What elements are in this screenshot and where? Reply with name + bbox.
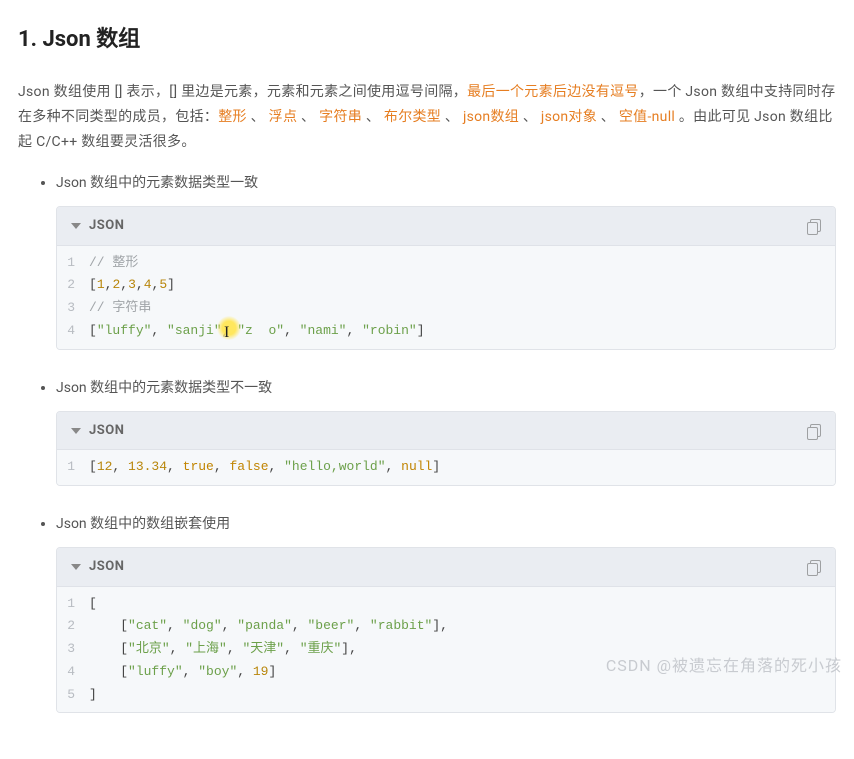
code-line: 3// 字符串: [57, 297, 835, 320]
code-block-2: JSON 1[12, 13.34, true, false, "hello,wo…: [56, 411, 836, 486]
section-heading: 1. Json 数组: [18, 20, 836, 60]
line-content: // 整形: [89, 252, 138, 275]
highlight-term: json对象: [541, 109, 597, 125]
copy-icon[interactable]: [807, 219, 821, 233]
highlight-term: 整形: [218, 109, 247, 125]
code-line: 4["luffy", "sanji", "z o", "nami", "robi…: [57, 320, 835, 343]
line-number: 2: [67, 615, 89, 638]
line-content: [: [89, 593, 97, 616]
highlight-term: 布尔类型: [384, 109, 441, 125]
line-content: ]: [89, 684, 97, 707]
line-number: 4: [67, 320, 89, 343]
code-header: JSON: [57, 412, 835, 450]
line-number: 1: [67, 593, 89, 616]
line-number: 2: [67, 274, 89, 297]
intro-paragraph: Json 数组使用 [] 表示，[] 里边是元素，元素和元素之间使用逗号间隔，最…: [18, 80, 836, 156]
code-header: JSON: [57, 548, 835, 586]
code-block-3: JSON 1[2 ["cat", "dog", "panda", "beer",…: [56, 547, 836, 713]
code-header: JSON: [57, 207, 835, 245]
code-line: 2 ["cat", "dog", "panda", "beer", "rabbi…: [57, 615, 835, 638]
bullet-3: Json 数组中的数组嵌套使用: [56, 512, 836, 537]
highlight-term: 字符串: [319, 109, 362, 125]
highlight-term: 最后一个元素后边没有逗号: [467, 84, 639, 100]
code-body[interactable]: 1[12, 13.34, true, false, "hello,world",…: [57, 450, 835, 485]
highlight-term: 浮点: [269, 109, 298, 125]
code-language-label: JSON: [89, 419, 124, 442]
code-line: 3 ["北京", "上海", "天津", "重庆"],: [57, 638, 835, 661]
code-body[interactable]: 1[2 ["cat", "dog", "panda", "beer", "rab…: [57, 587, 835, 713]
code-line: 4 ["luffy", "boy", 19]: [57, 661, 835, 684]
line-content: // 字符串: [89, 297, 151, 320]
bullet-1: Json 数组中的元素数据类型一致: [56, 171, 836, 196]
chevron-down-icon[interactable]: [71, 564, 81, 570]
code-line: 5]: [57, 684, 835, 707]
line-number: 3: [67, 297, 89, 320]
code-language-label: JSON: [89, 555, 124, 578]
copy-icon[interactable]: [807, 424, 821, 438]
line-number: 4: [67, 661, 89, 684]
chevron-down-icon[interactable]: [71, 428, 81, 434]
code-line: 1// 整形: [57, 252, 835, 275]
line-content: ["cat", "dog", "panda", "beer", "rabbit"…: [89, 615, 448, 638]
copy-icon[interactable]: [807, 560, 821, 574]
code-body[interactable]: 1// 整形2[1,2,3,4,5]3// 字符串4["luffy", "san…: [57, 246, 835, 349]
highlight-term: json数组: [463, 109, 519, 125]
line-content: ["luffy", "sanji", "z o", "nami", "robin…: [89, 320, 425, 343]
bullet-2: Json 数组中的元素数据类型不一致: [56, 376, 836, 401]
line-content: ["北京", "上海", "天津", "重庆"],: [89, 638, 357, 661]
text-cursor-icon: I: [224, 319, 229, 347]
line-number: 5: [67, 684, 89, 707]
chevron-down-icon[interactable]: [71, 223, 81, 229]
code-block-1: JSON 1// 整形2[1,2,3,4,5]3// 字符串4["luffy",…: [56, 206, 836, 349]
code-line: 2[1,2,3,4,5]: [57, 274, 835, 297]
line-content: ["luffy", "boy", 19]: [89, 661, 276, 684]
line-content: [1,2,3,4,5]: [89, 274, 175, 297]
highlight-term: 空值-null: [619, 109, 675, 125]
line-number: 1: [67, 456, 89, 479]
code-language-label: JSON: [89, 214, 124, 237]
line-content: [12, 13.34, true, false, "hello,world", …: [89, 456, 440, 479]
code-line: 1[12, 13.34, true, false, "hello,world",…: [57, 456, 835, 479]
line-number: 1: [67, 252, 89, 275]
line-number: 3: [67, 638, 89, 661]
code-line: 1[: [57, 593, 835, 616]
